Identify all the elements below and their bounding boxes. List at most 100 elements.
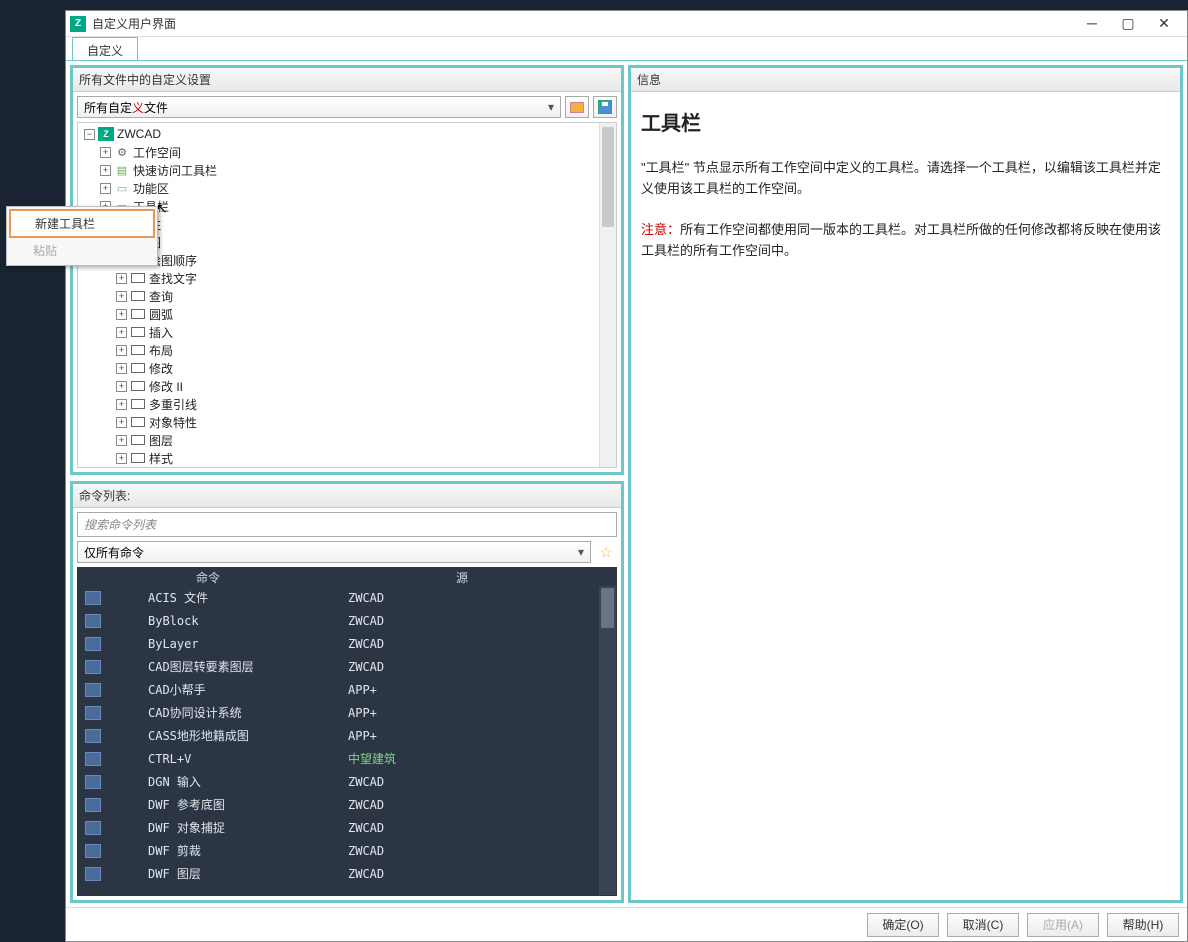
tree-item[interactable]: +图 — [78, 233, 616, 251]
expander-icon[interactable]: + — [116, 417, 127, 428]
tree-label: 查找文字 — [149, 270, 197, 287]
expander-icon[interactable]: + — [116, 453, 127, 464]
tree-label: 查询 — [149, 288, 173, 305]
command-source: APP+ — [308, 683, 616, 697]
expander-icon[interactable]: + — [116, 273, 127, 284]
expander-icon[interactable]: − — [84, 129, 95, 140]
command-icon — [85, 867, 101, 881]
expander-icon[interactable]: + — [116, 309, 127, 320]
cui-file-dropdown[interactable]: 所有自定义文件 — [77, 96, 561, 118]
command-name: CAD协同设计系统 — [108, 704, 308, 721]
tree-item[interactable]: +▭功能区 — [78, 179, 616, 197]
col-header-src[interactable]: 源 — [308, 569, 616, 586]
tree-item[interactable]: + 查找文字 — [78, 269, 616, 287]
tree-item[interactable]: +圆弧 — [78, 305, 616, 323]
command-list-header: 命令列表: — [73, 484, 621, 508]
tree-label: 布局 — [149, 342, 173, 359]
command-row[interactable]: CAD图层转要素图层ZWCAD — [78, 655, 616, 678]
command-row[interactable]: DWF 图层ZWCAD — [78, 862, 616, 885]
tree-item[interactable]: +▭工具栏 — [78, 197, 616, 215]
command-row[interactable]: ByLayerZWCAD — [78, 632, 616, 655]
ctx-new-toolbar[interactable]: 新建工具栏 — [9, 209, 155, 238]
command-source: ZWCAD — [308, 637, 616, 651]
tree-item[interactable]: +多重引线 — [78, 395, 616, 413]
command-row[interactable]: CTRL+V中望建筑 — [78, 747, 616, 770]
tree-item[interactable]: +插入 — [78, 323, 616, 341]
rect-icon — [130, 397, 146, 411]
tree-item[interactable]: +对象特性 — [78, 413, 616, 431]
command-row[interactable]: CASS地形地籍成图APP+ — [78, 724, 616, 747]
command-table: 命令 源 ACIS 文件ZWCADByBlockZWCADByLayerZWCA… — [77, 567, 617, 896]
expander-icon[interactable]: + — [116, 399, 127, 410]
command-source: 中望建筑 — [308, 750, 616, 767]
command-name: ACIS 文件 — [108, 589, 308, 606]
command-name: CAD小帮手 — [108, 681, 308, 698]
col-header-cmd[interactable]: 命令 — [108, 569, 308, 586]
expander-icon[interactable]: + — [100, 183, 111, 194]
expander-icon[interactable]: + — [100, 165, 111, 176]
dialog-footer: 确定(O) 取消(C) 应用(A) 帮助(H) — [66, 907, 1187, 941]
rect-icon — [130, 379, 146, 393]
tree-item[interactable]: + 布局 — [78, 341, 616, 359]
tree-scrollbar[interactable] — [599, 123, 616, 467]
tree-item[interactable]: +修改 II — [78, 377, 616, 395]
tree-item[interactable]: −ZZWCAD — [78, 125, 616, 143]
command-row[interactable]: CAD小帮手APP+ — [78, 678, 616, 701]
command-name: ByBlock — [108, 614, 308, 628]
ctx-paste[interactable]: 粘贴 — [9, 238, 155, 263]
command-filter-dropdown[interactable]: 仅所有命令 — [77, 541, 591, 563]
tree-item[interactable]: +▤快速访问工具栏 — [78, 161, 616, 179]
command-icon — [85, 706, 101, 720]
help-button[interactable]: 帮助(H) — [1107, 913, 1179, 937]
command-scrollbar[interactable] — [599, 586, 616, 895]
command-row[interactable]: ByBlockZWCAD — [78, 609, 616, 632]
command-source: ZWCAD — [308, 844, 616, 858]
expander-icon[interactable]: + — [100, 147, 111, 158]
command-name: CTRL+V — [108, 752, 308, 766]
minimize-button[interactable]: ─ — [1083, 15, 1101, 32]
expander-icon[interactable]: + — [116, 291, 127, 302]
command-name: DWF 对象捕捉 — [108, 819, 308, 836]
expander-icon[interactable]: + — [116, 345, 127, 356]
rect-icon — [130, 415, 146, 429]
command-row[interactable]: DGN 输入ZWCAD — [78, 770, 616, 793]
save-file-button[interactable] — [593, 96, 617, 118]
favorite-button[interactable]: ☆ — [595, 541, 617, 563]
tree-item[interactable]: +注 — [78, 215, 616, 233]
apply-button[interactable]: 应用(A) — [1027, 913, 1099, 937]
command-icon — [85, 637, 101, 651]
command-row[interactable]: DWF 对象捕捉ZWCAD — [78, 816, 616, 839]
maximize-button[interactable]: ▢ — [1119, 15, 1137, 32]
info-title: 工具栏 — [641, 108, 1170, 140]
tree-item[interactable]: +对象捕捉 — [78, 467, 616, 468]
quickaccess-icon: ▤ — [114, 163, 130, 177]
command-name: DWF 剪裁 — [108, 842, 308, 859]
command-source: APP+ — [308, 706, 616, 720]
open-file-button[interactable] — [565, 96, 589, 118]
expander-icon[interactable]: + — [116, 381, 127, 392]
command-name: ByLayer — [108, 637, 308, 651]
tree-item[interactable]: +修改 — [78, 359, 616, 377]
tree-item[interactable]: +样式 — [78, 449, 616, 467]
ok-button[interactable]: 确定(O) — [867, 913, 939, 937]
rect-icon — [130, 307, 146, 321]
command-search-input[interactable]: 搜索命令列表 — [77, 512, 617, 537]
close-button[interactable]: ✕ — [1155, 15, 1173, 32]
command-row[interactable]: DWF 剪裁ZWCAD — [78, 839, 616, 862]
tree-item[interactable]: +绘图顺序 — [78, 251, 616, 269]
expander-icon[interactable]: + — [116, 363, 127, 374]
expander-icon[interactable]: + — [116, 327, 127, 338]
tree-item[interactable]: +图层 — [78, 431, 616, 449]
tree-item[interactable]: +⚙工作空间 — [78, 143, 616, 161]
tree-item[interactable]: + 查询 — [78, 287, 616, 305]
command-name: CAD图层转要素图层 — [108, 658, 308, 675]
tab-customize[interactable]: 自定义 — [72, 37, 138, 60]
command-row[interactable]: ACIS 文件ZWCAD — [78, 586, 616, 609]
command-row[interactable]: DWF 参考底图ZWCAD — [78, 793, 616, 816]
cui-tree[interactable]: −ZZWCAD+⚙工作空间+▤快速访问工具栏+▭功能区+▭工具栏+注+图+绘图顺… — [77, 122, 617, 468]
command-source: ZWCAD — [308, 798, 616, 812]
command-row[interactable]: CAD协同设计系统APP+ — [78, 701, 616, 724]
command-source: ZWCAD — [308, 821, 616, 835]
expander-icon[interactable]: + — [116, 435, 127, 446]
cancel-button[interactable]: 取消(C) — [947, 913, 1019, 937]
